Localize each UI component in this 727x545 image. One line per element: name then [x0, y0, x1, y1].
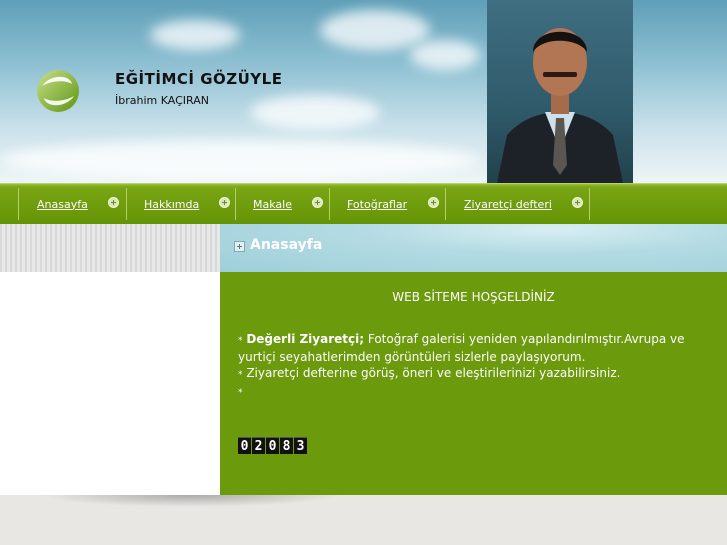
nav-item-hakkimda[interactable]: Hakkımda	[144, 184, 199, 224]
main-nav: Anasayfa Hakkımda Makale Fotoğraflar Ziy…	[0, 183, 727, 224]
announcement-text: * Değerli Ziyaretçi; Fotoğraf galerisi y…	[238, 331, 722, 401]
section-title: Anasayfa	[250, 237, 323, 253]
plus-circle-icon	[572, 197, 583, 208]
nav-separator	[589, 188, 590, 220]
nav-separator	[18, 188, 19, 220]
site-subtitle: İbrahim KAÇIRAN	[115, 94, 209, 107]
cloud	[0, 140, 480, 180]
nav-link-anasayfa[interactable]: Anasayfa	[37, 198, 88, 211]
nav-link-makale[interactable]: Makale	[253, 198, 292, 211]
plus-circle-icon	[428, 197, 439, 208]
plus-circle-icon	[108, 197, 119, 208]
nav-item-makale[interactable]: Makale	[253, 184, 292, 224]
counter-digit: 8	[280, 437, 293, 454]
nav-separator	[445, 188, 446, 220]
visitor-counter: 0 2 0 8 3	[238, 437, 307, 454]
nav-item-ziyaretci-defteri[interactable]: Ziyaretçi defteri	[464, 184, 552, 224]
site-header: EĞİTİMCİ GÖZÜYLE İbrahim KAÇIRAN	[0, 0, 727, 183]
left-sidebar	[0, 272, 220, 495]
announcement-line-2: Ziyaretçi defterine görüş, öneri ve eleş…	[246, 366, 621, 380]
left-pattern-banner	[0, 224, 220, 272]
nav-link-fotograflar[interactable]: Fotoğraflar	[347, 198, 407, 211]
nav-item-anasayfa[interactable]: Anasayfa	[37, 184, 88, 224]
bullet-mark: *	[238, 336, 243, 346]
nav-link-ziyaretci-defteri[interactable]: Ziyaretçi defteri	[464, 198, 552, 211]
counter-digit: 0	[266, 437, 279, 454]
welcome-heading: WEB SİTEME HOŞGELDİNİZ	[392, 290, 555, 304]
counter-digit: 2	[252, 437, 265, 454]
nav-separator	[235, 188, 236, 220]
swirl-logo-icon[interactable]	[36, 68, 80, 114]
counter-digit: 3	[294, 437, 307, 454]
portrait-photo	[487, 0, 633, 183]
section-header: Anasayfa	[220, 224, 727, 272]
cloud	[320, 10, 430, 50]
footer-shadow	[40, 495, 340, 507]
cloud	[410, 40, 480, 70]
bullet-mark: *	[238, 370, 243, 380]
plus-circle-icon	[219, 197, 230, 208]
portrait-illustration	[497, 28, 623, 183]
greeting-bold: Değerli Ziyaretçi;	[246, 332, 365, 346]
cloud	[250, 95, 380, 130]
nav-separator	[329, 188, 330, 220]
cloud	[150, 20, 240, 50]
plus-circle-icon	[312, 197, 323, 208]
counter-digit: 0	[238, 437, 251, 454]
plus-square-icon	[234, 241, 245, 252]
site-title: EĞİTİMCİ GÖZÜYLE	[115, 70, 283, 88]
nav-link-hakkimda[interactable]: Hakkımda	[144, 198, 199, 211]
nav-separator	[126, 188, 127, 220]
bullet-mark: *	[238, 388, 243, 398]
main-content: WEB SİTEME HOŞGELDİNİZ * Değerli Ziyaret…	[220, 272, 727, 495]
nav-item-fotograflar[interactable]: Fotoğraflar	[347, 184, 407, 224]
